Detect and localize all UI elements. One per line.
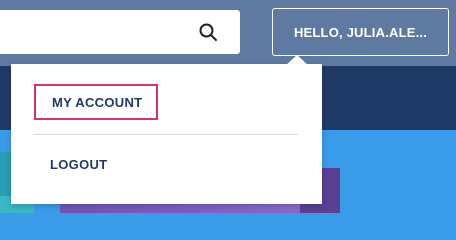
menu-divider [34,134,298,135]
search-icon[interactable] [198,22,218,42]
account-menu-button[interactable]: HELLO, JULIA.ALE... [272,8,449,56]
account-dropdown-menu: MY ACCOUNT LOGOUT [11,64,322,204]
menu-item-my-account[interactable]: MY ACCOUNT [34,84,158,120]
menu-item-logout[interactable]: LOGOUT [34,146,234,182]
